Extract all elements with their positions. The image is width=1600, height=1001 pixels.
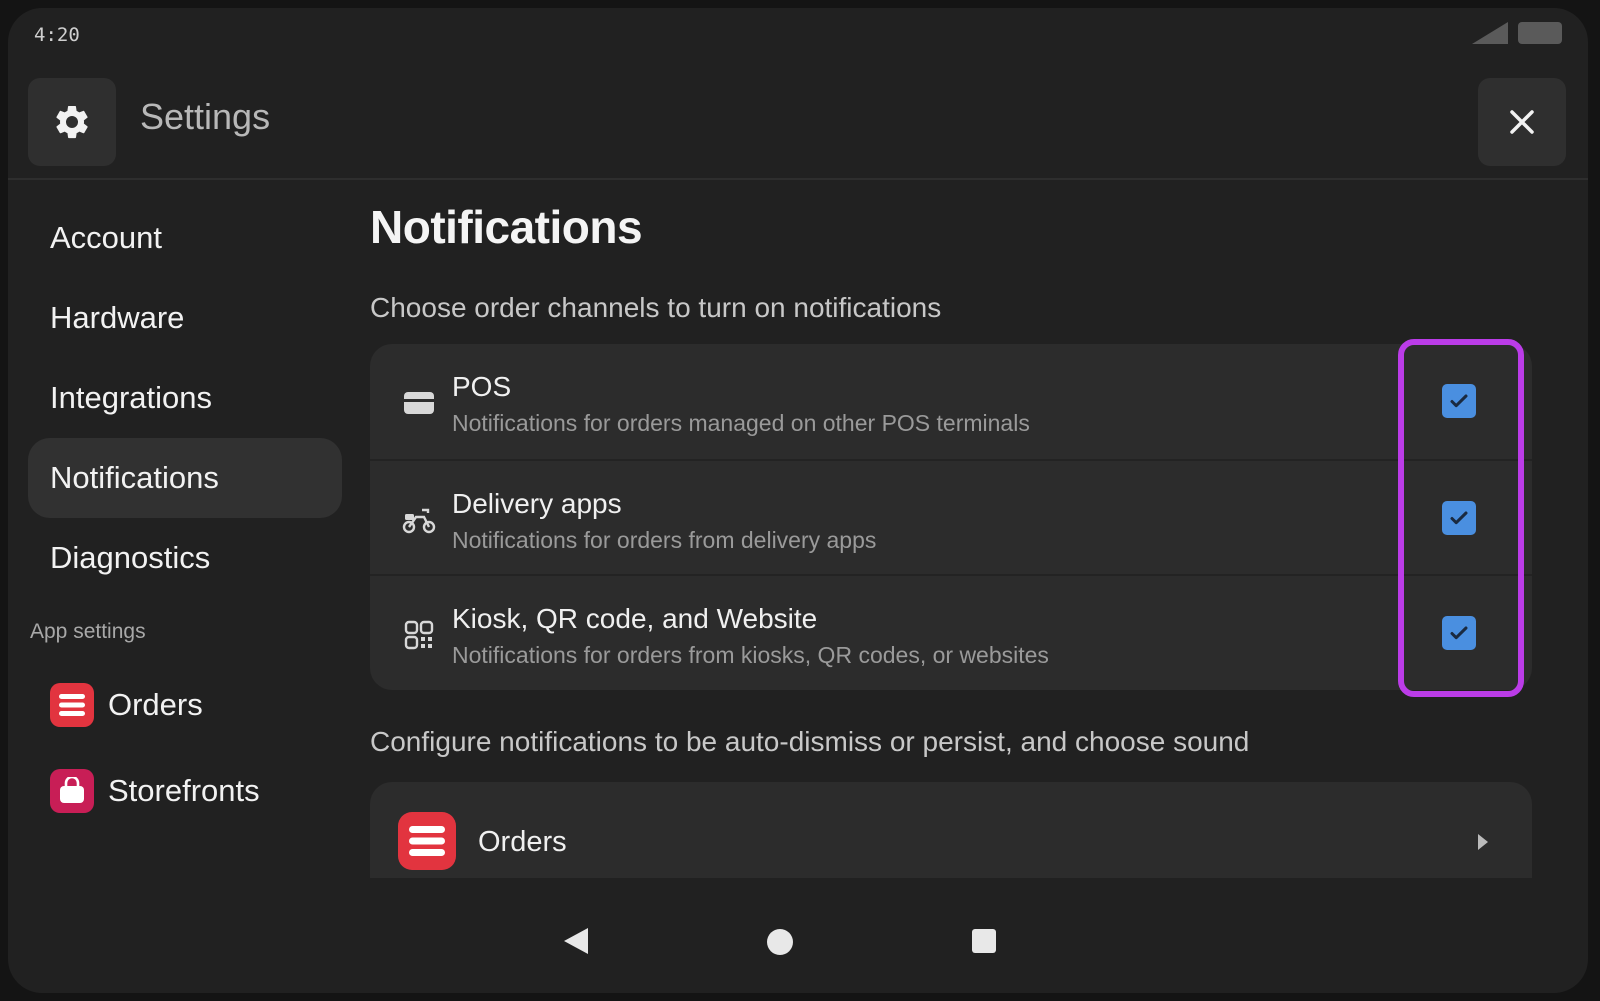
channel-description: Notifications for orders managed on othe… bbox=[452, 410, 1030, 436]
pos-terminal-icon bbox=[402, 386, 436, 420]
recents-icon[interactable] bbox=[972, 929, 996, 953]
channel-name: POS bbox=[452, 371, 512, 402]
check-icon bbox=[1450, 394, 1468, 408]
status-bar: 4:20 bbox=[8, 8, 1588, 58]
check-icon bbox=[1450, 626, 1468, 640]
back-icon[interactable] bbox=[564, 928, 588, 954]
close-icon bbox=[1510, 110, 1534, 134]
pos-checkbox[interactable] bbox=[1442, 384, 1476, 418]
orders-icon bbox=[50, 683, 94, 727]
sidebar-item-notifications[interactable]: Notifications bbox=[28, 438, 342, 518]
orders-settings-label: Orders bbox=[478, 826, 567, 858]
app-title: Settings bbox=[140, 96, 271, 137]
app-header: Settings bbox=[8, 66, 1588, 180]
kiosk-checkbox[interactable] bbox=[1442, 616, 1476, 650]
settings-button[interactable] bbox=[28, 78, 116, 166]
storefronts-icon bbox=[50, 769, 94, 813]
home-icon[interactable] bbox=[767, 929, 793, 955]
channel-name: Delivery apps bbox=[452, 488, 622, 519]
gear-icon bbox=[56, 105, 88, 139]
configure-subtitle: Configure notifications to be auto-dismi… bbox=[370, 726, 1250, 757]
app-settings-label: App settings bbox=[30, 620, 146, 643]
notifications-panel: Notifications Choose order channels to t… bbox=[370, 188, 1540, 878]
qr-code-icon bbox=[402, 618, 436, 652]
settings-sidebar: Account Hardware Integrations Notificati… bbox=[28, 198, 342, 834]
page-title: Notifications bbox=[370, 201, 643, 253]
status-icons bbox=[1472, 22, 1562, 44]
check-icon bbox=[1450, 511, 1468, 525]
chevron-right-icon bbox=[1478, 834, 1488, 850]
channel-name: Kiosk, QR code, and Website bbox=[452, 603, 818, 634]
channel-description: Notifications for orders from delivery a… bbox=[452, 527, 877, 553]
sidebar-item-account[interactable]: Account bbox=[28, 198, 342, 278]
channel-row-pos[interactable]: POS Notifications for orders managed on … bbox=[370, 344, 1532, 459]
channels-card: POS Notifications for orders managed on … bbox=[370, 344, 1532, 690]
sidebar-item-diagnostics[interactable]: Diagnostics bbox=[28, 518, 342, 598]
channel-row-kiosk[interactable]: Kiosk, QR code, and Website Notification… bbox=[370, 574, 1532, 690]
channel-row-delivery[interactable]: Delivery apps Notifications for orders f… bbox=[370, 459, 1532, 576]
sidebar-app-storefronts-label: Storefronts bbox=[108, 773, 260, 808]
sidebar-app-storefronts[interactable]: Storefronts bbox=[28, 748, 342, 834]
sidebar-item-hardware[interactable]: Hardware bbox=[28, 278, 342, 358]
sidebar-app-orders-label: Orders bbox=[108, 687, 203, 722]
orders-settings-row[interactable]: Orders bbox=[370, 782, 1532, 878]
sidebar-item-integrations[interactable]: Integrations bbox=[28, 358, 342, 438]
battery-icon bbox=[1518, 22, 1562, 44]
orders-icon bbox=[398, 812, 456, 870]
scooter-icon bbox=[402, 503, 436, 537]
delivery-apps-checkbox[interactable] bbox=[1442, 501, 1476, 535]
sidebar-app-orders[interactable]: Orders bbox=[28, 662, 342, 748]
status-time: 4:20 bbox=[34, 24, 80, 46]
tablet-screen: 4:20 Settings Account Hardware Integrati… bbox=[8, 8, 1588, 993]
close-button[interactable] bbox=[1478, 78, 1566, 166]
channel-description: Notifications for orders from kiosks, QR… bbox=[452, 642, 1049, 668]
system-nav-bar bbox=[8, 908, 1588, 978]
channels-subtitle: Choose order channels to turn on notific… bbox=[370, 292, 942, 323]
signal-icon bbox=[1472, 22, 1508, 44]
